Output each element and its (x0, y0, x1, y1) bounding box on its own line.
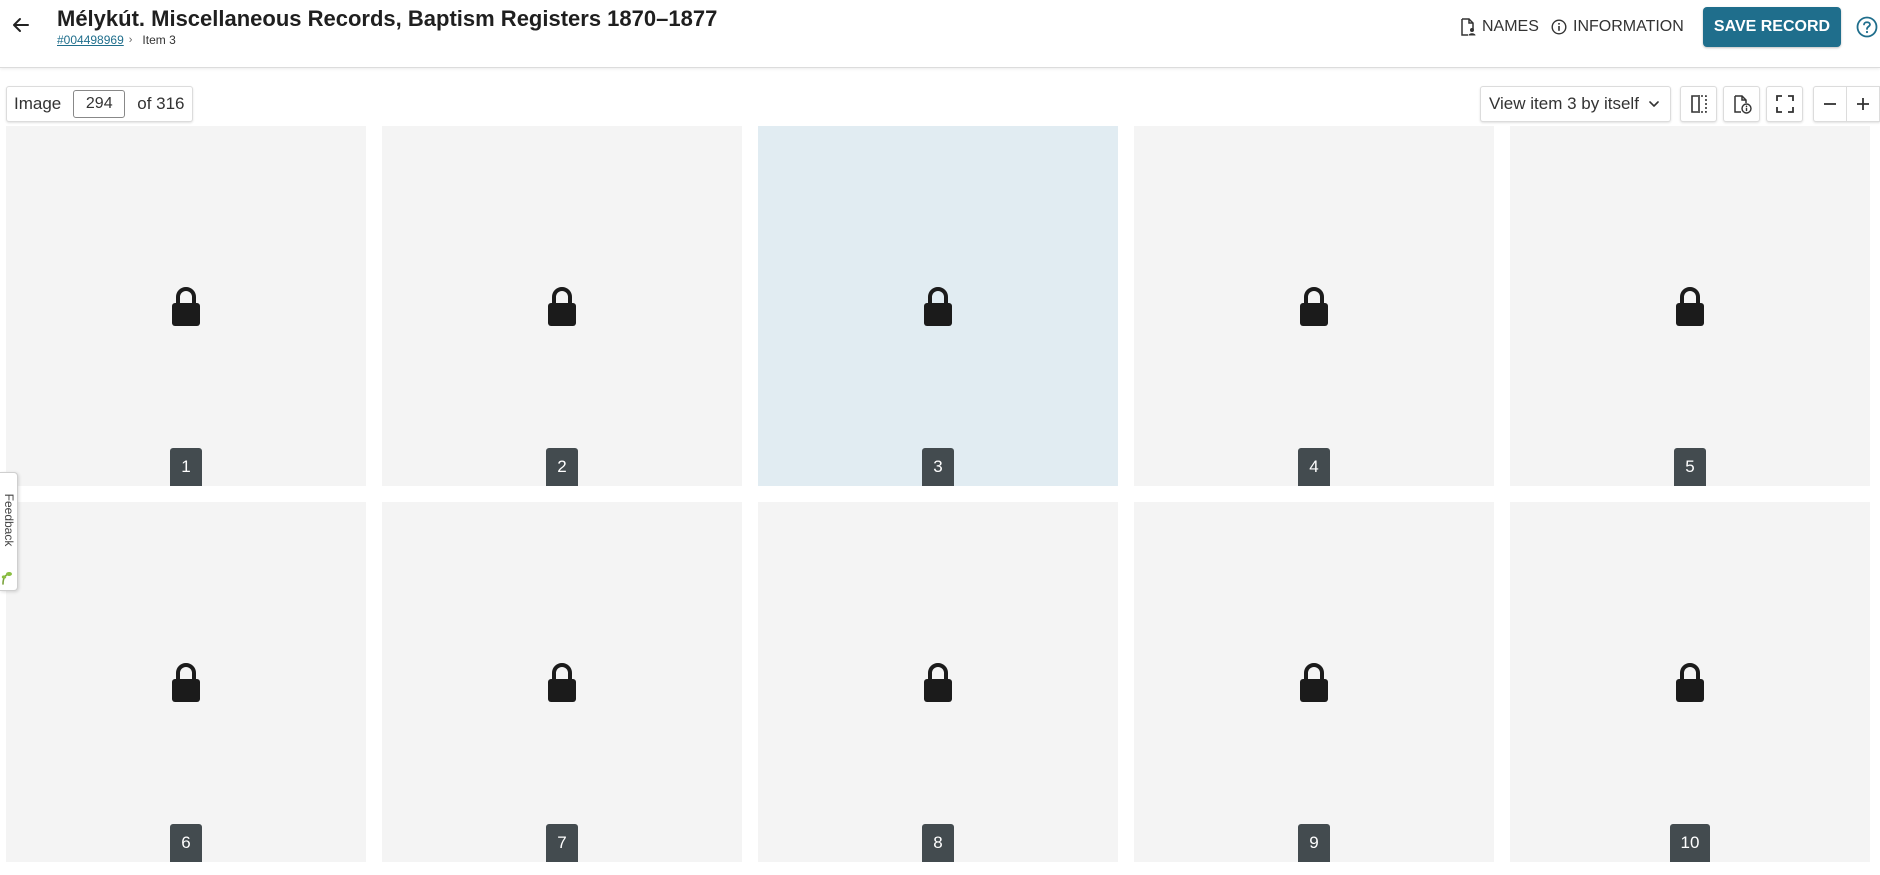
thumbnail-item[interactable]: 5 (1510, 126, 1870, 486)
arrow-left-icon (13, 18, 29, 32)
thumbnail-number: 4 (1298, 448, 1330, 486)
thumbnail-number: 1 (170, 448, 202, 486)
view-item-select[interactable]: View item 3 by itself (1480, 86, 1671, 122)
info-circle-icon (1551, 19, 1567, 35)
information-button[interactable]: INFORMATION (1551, 16, 1684, 38)
view-item-select-label: View item 3 by itself (1489, 94, 1639, 113)
fullscreen-icon (1775, 95, 1794, 113)
zoom-out-button[interactable] (1814, 87, 1846, 121)
names-button[interactable]: NAMES (1460, 16, 1539, 38)
thumbnail-number: 6 (170, 824, 202, 862)
thumbnail-item[interactable]: 6 (6, 502, 366, 862)
page-title: Mélykút. Miscellaneous Records, Baptism … (57, 6, 718, 31)
record-info-button[interactable] (1723, 86, 1760, 122)
thumbnail-number: 9 (1298, 824, 1330, 862)
lock-icon (548, 663, 576, 702)
thumbnail-number: 7 (546, 824, 578, 862)
thumbnail-item[interactable]: 8 (758, 502, 1118, 862)
thumbnail-number: 3 (922, 448, 954, 486)
thumbnail-item[interactable]: 4 (1134, 126, 1494, 486)
plus-icon (1857, 98, 1869, 110)
compare-view-button[interactable] (1680, 86, 1717, 122)
help-button[interactable] (1856, 16, 1878, 38)
lock-icon (1676, 287, 1704, 326)
lock-icon (172, 663, 200, 702)
thumbnail-item[interactable]: 9 (1134, 502, 1494, 862)
help-circle-icon (1856, 16, 1878, 38)
document-person-icon (1461, 18, 1476, 36)
breadcrumb-separator: › (128, 34, 133, 46)
back-button[interactable] (8, 12, 34, 38)
thumbnail-number: 5 (1674, 448, 1706, 486)
zoom-controls (1813, 86, 1880, 122)
lock-icon (924, 663, 952, 702)
minus-icon (1824, 103, 1836, 105)
image-total-label: of 316 (137, 94, 185, 113)
image-navigator: Image of 316 (6, 86, 193, 122)
thumbnail-item[interactable]: 2 (382, 126, 742, 486)
chevron-down-icon (1649, 101, 1659, 107)
document-info-icon (1733, 95, 1752, 114)
thumbnail-number: 2 (546, 448, 578, 486)
breadcrumb-record-link[interactable]: #004498969 (57, 33, 124, 47)
lock-icon (1300, 287, 1328, 326)
information-label: INFORMATION (1573, 18, 1684, 35)
thumbnail-item[interactable]: 10 (1510, 502, 1870, 862)
breadcrumb: #004498969 › Item 3 (57, 33, 176, 47)
header-bar: Mélykút. Miscellaneous Records, Baptism … (0, 0, 1880, 68)
names-label: NAMES (1482, 18, 1539, 35)
breadcrumb-current: Item 3 (142, 33, 176, 47)
thumbnail-item[interactable]: 1 (6, 126, 366, 486)
thumbnail-number: 10 (1670, 824, 1710, 862)
thumbnail-item[interactable]: 3 (758, 126, 1118, 486)
feedback-icon (1, 572, 12, 585)
zoom-in-button[interactable] (1846, 87, 1879, 121)
lock-icon (924, 287, 952, 326)
lock-icon (172, 287, 200, 326)
lock-icon (1676, 663, 1704, 702)
fullscreen-button[interactable] (1766, 86, 1803, 122)
split-view-icon (1690, 95, 1707, 113)
thumbnail-number: 8 (922, 824, 954, 862)
lock-icon (1300, 663, 1328, 702)
image-label: Image (14, 94, 62, 113)
feedback-label: Feedback (2, 493, 16, 547)
feedback-tab[interactable]: Feedback (0, 472, 18, 591)
thumbnail-item[interactable]: 7 (382, 502, 742, 862)
save-record-button[interactable]: SAVE RECORD (1703, 7, 1841, 47)
lock-icon (548, 287, 576, 326)
image-number-input[interactable] (73, 90, 126, 118)
